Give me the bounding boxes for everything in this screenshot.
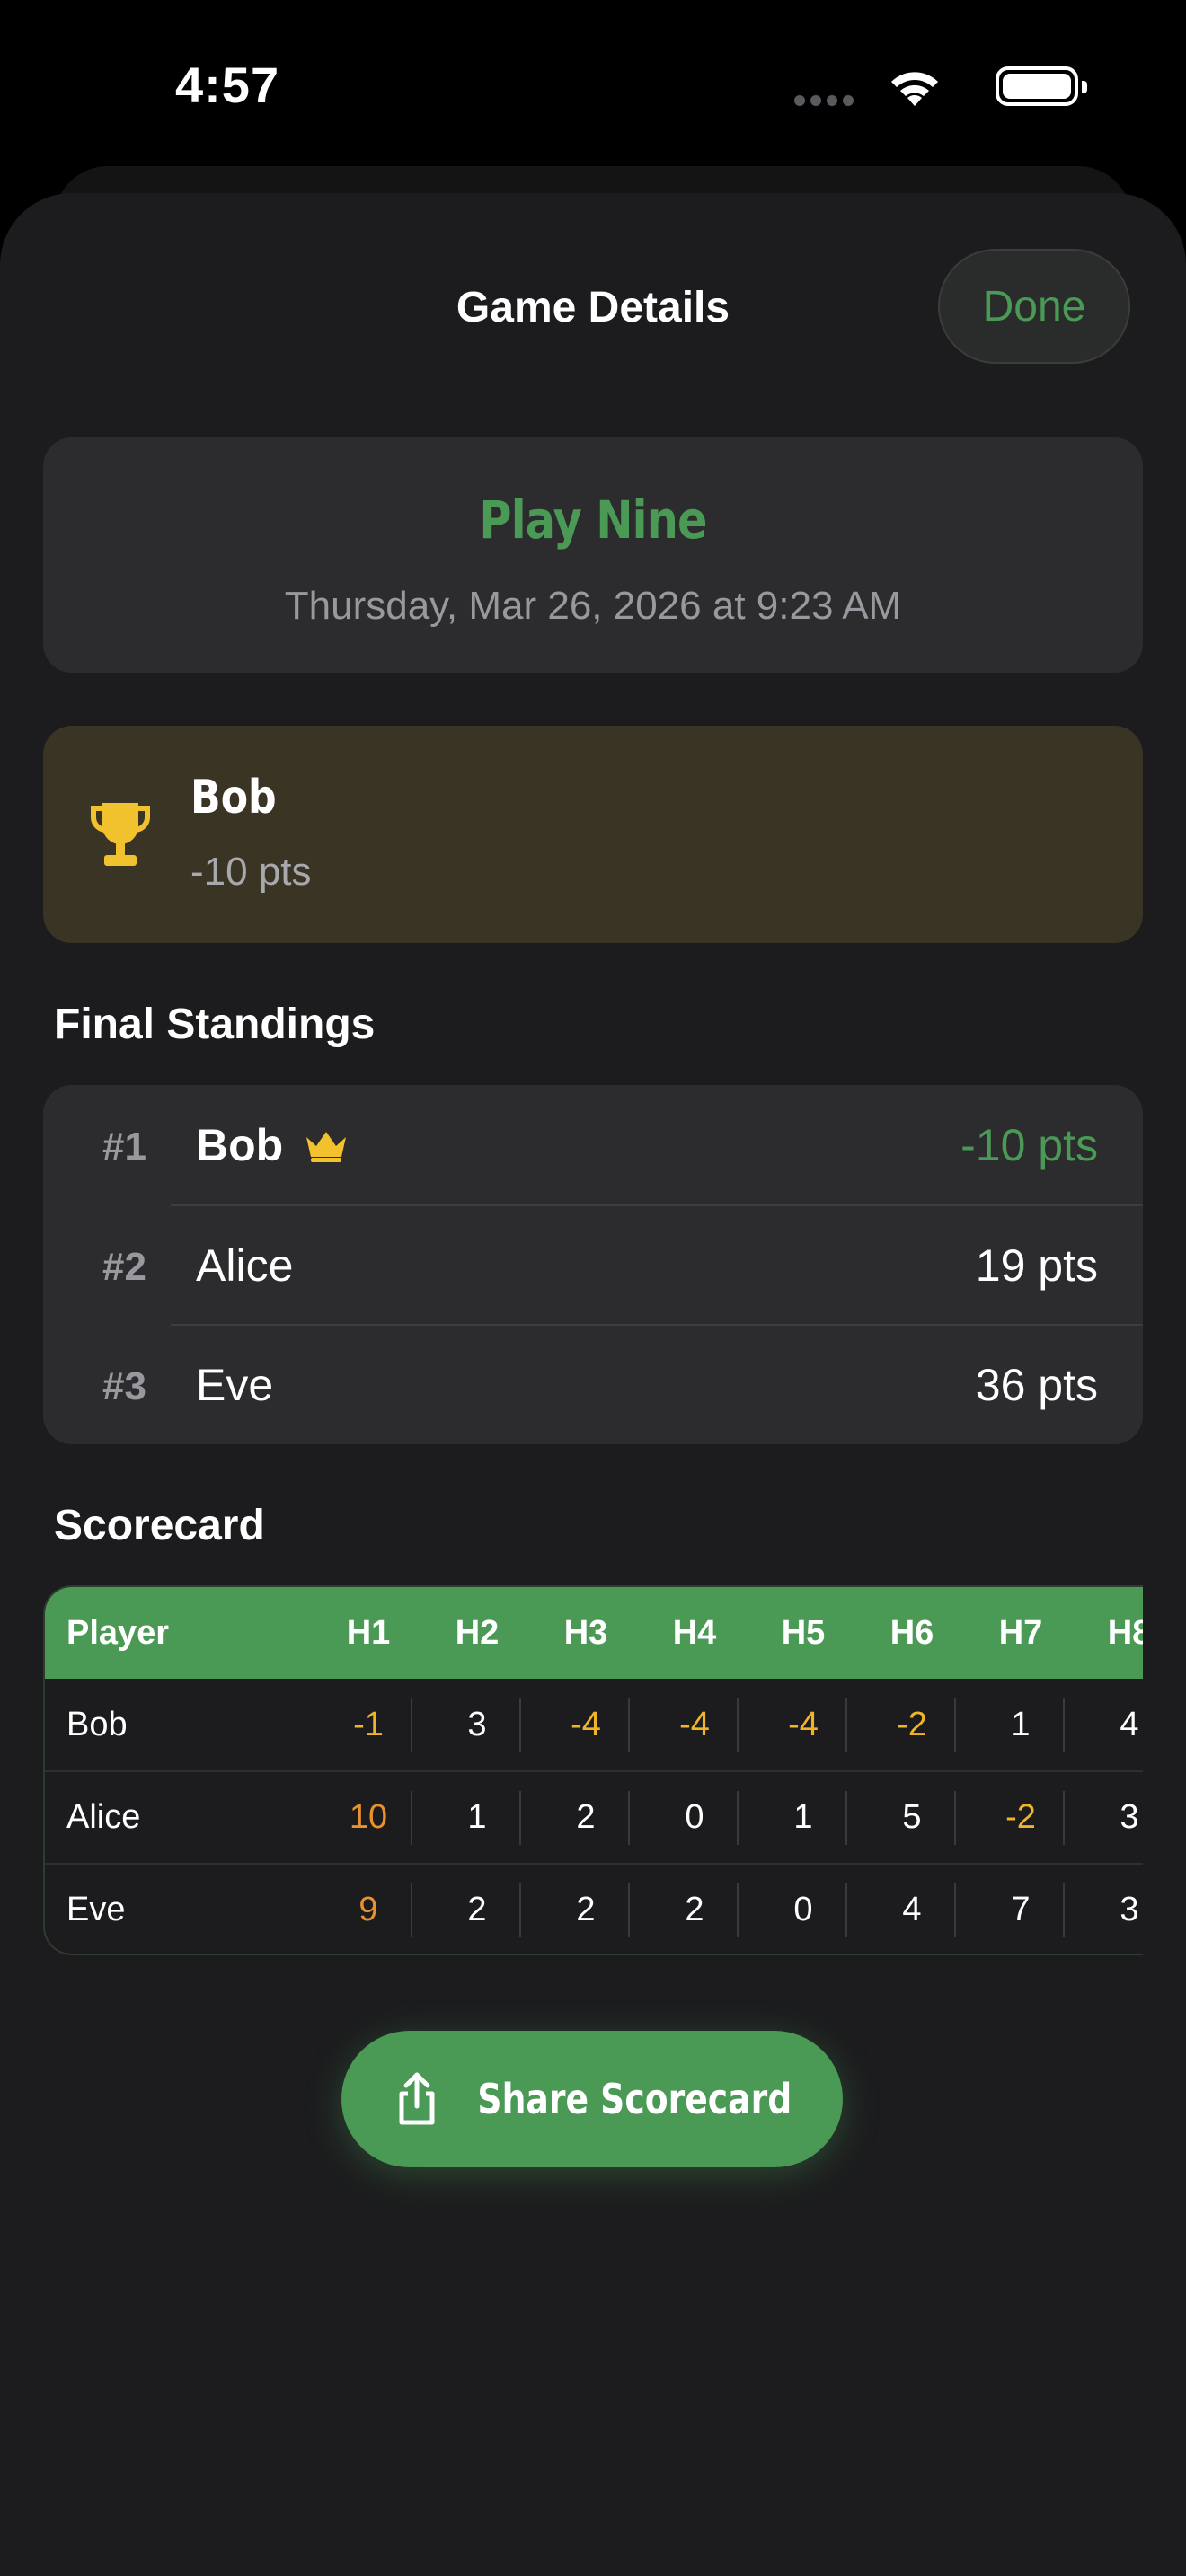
scorecard-table[interactable]: Player H1 H2 H3 H4 H5 H6 H7 H8 Bob -1 3 … [43,1585,1143,1955]
score-cell: 2 [467,1891,487,1928]
score-cell: 1 [467,1798,487,1836]
standing-points: -10 pts [960,1120,1098,1170]
standing-points: 36 pts [975,1360,1098,1410]
standing-name: Bob [196,1120,284,1170]
score-cell: -1 [353,1706,384,1743]
score-cell: 4 [1120,1706,1139,1743]
standing-name: Alice [196,1240,294,1291]
scorecard-header-row: Player H1 H2 H3 H4 H5 H6 H7 H8 [45,1587,1143,1679]
table-row: Bob -1 3 -4 -4 -4 -2 1 4 [45,1679,1143,1771]
score-cell: -4 [679,1706,710,1743]
share-button-label: Share Scorecard [477,2075,792,2123]
column-header-hole: H7 [998,1614,1043,1652]
score-cell: 4 [902,1891,922,1928]
share-scorecard-button[interactable]: Share Scorecard [341,2031,843,2167]
score-cell: 3 [1120,1798,1139,1836]
crown-icon [306,1132,346,1162]
battery-icon [996,66,1087,106]
standings-list: #1 Bob -10 pts #2 Alice 19 pts #3 Eve 36… [43,1085,1143,1444]
column-header-hole: H1 [346,1614,391,1652]
game-date: Thursday, Mar 26, 2026 at 9:23 AM [284,584,902,628]
game-info-card: Play Nine Thursday, Mar 26, 2026 at 9:23… [43,437,1143,673]
scorecard-title: Scorecard [54,1502,265,1549]
player-name: Alice [66,1798,141,1836]
score-cell: 0 [685,1798,704,1836]
column-header-player: Player [66,1614,170,1652]
score-cell: 7 [1011,1891,1031,1928]
winner-points: -10 pts [190,850,312,894]
wifi-icon [891,72,938,106]
column-header-hole: H2 [455,1614,500,1652]
game-name: Play Nine [479,490,707,551]
cellular-signal-icon [794,95,854,106]
score-cell: 2 [576,1891,596,1928]
status-bar: 4:57 [0,0,1186,171]
share-icon [399,2072,435,2125]
status-time: 4:57 [175,57,280,113]
score-cell: 2 [576,1798,596,1836]
score-cell: 1 [793,1798,813,1836]
standing-points: 19 pts [975,1240,1098,1291]
score-cell: 3 [467,1706,487,1743]
score-cell: 1 [1011,1706,1031,1743]
score-cell: -4 [788,1706,819,1743]
standing-row: #2 Alice 19 pts [43,1205,1143,1325]
player-name: Bob [66,1706,128,1743]
standing-row: #3 Eve 36 pts [43,1325,1143,1444]
player-name: Eve [66,1891,126,1928]
score-cell: -2 [897,1706,927,1743]
score-cell: 5 [902,1798,922,1836]
game-details-sheet: Game Details Done Play Nine Thursday, Ma… [0,193,1186,2576]
column-header-hole: H3 [563,1614,608,1652]
standing-rank: #1 [102,1125,146,1169]
done-button[interactable]: Done [938,249,1130,364]
column-header-hole: H8 [1107,1614,1143,1652]
column-header-hole: H4 [672,1614,717,1652]
table-row: Alice 10 1 2 0 1 5 -2 3 [45,1771,1143,1864]
winner-name: Bob [190,771,277,825]
table-row: Eve 9 2 2 2 0 4 7 3 [45,1864,1143,1954]
winner-card: Bob -10 pts [43,726,1143,943]
score-cell: 0 [793,1891,813,1928]
standing-rank: #2 [102,1245,146,1289]
standings-title: Final Standings [54,1001,376,1048]
score-cell: 9 [358,1891,378,1928]
score-cell: 2 [685,1891,704,1928]
column-header-hole: H6 [890,1614,934,1652]
column-header-hole: H5 [781,1614,826,1652]
score-cell: 3 [1120,1891,1139,1928]
score-cell: -4 [571,1706,601,1743]
standing-rank: #3 [102,1364,146,1408]
score-cell: -2 [1005,1798,1036,1836]
score-cell: 10 [349,1798,388,1836]
trophy-icon [91,803,150,866]
standing-row: #1 Bob -10 pts [43,1085,1143,1204]
standing-name: Eve [196,1360,274,1410]
